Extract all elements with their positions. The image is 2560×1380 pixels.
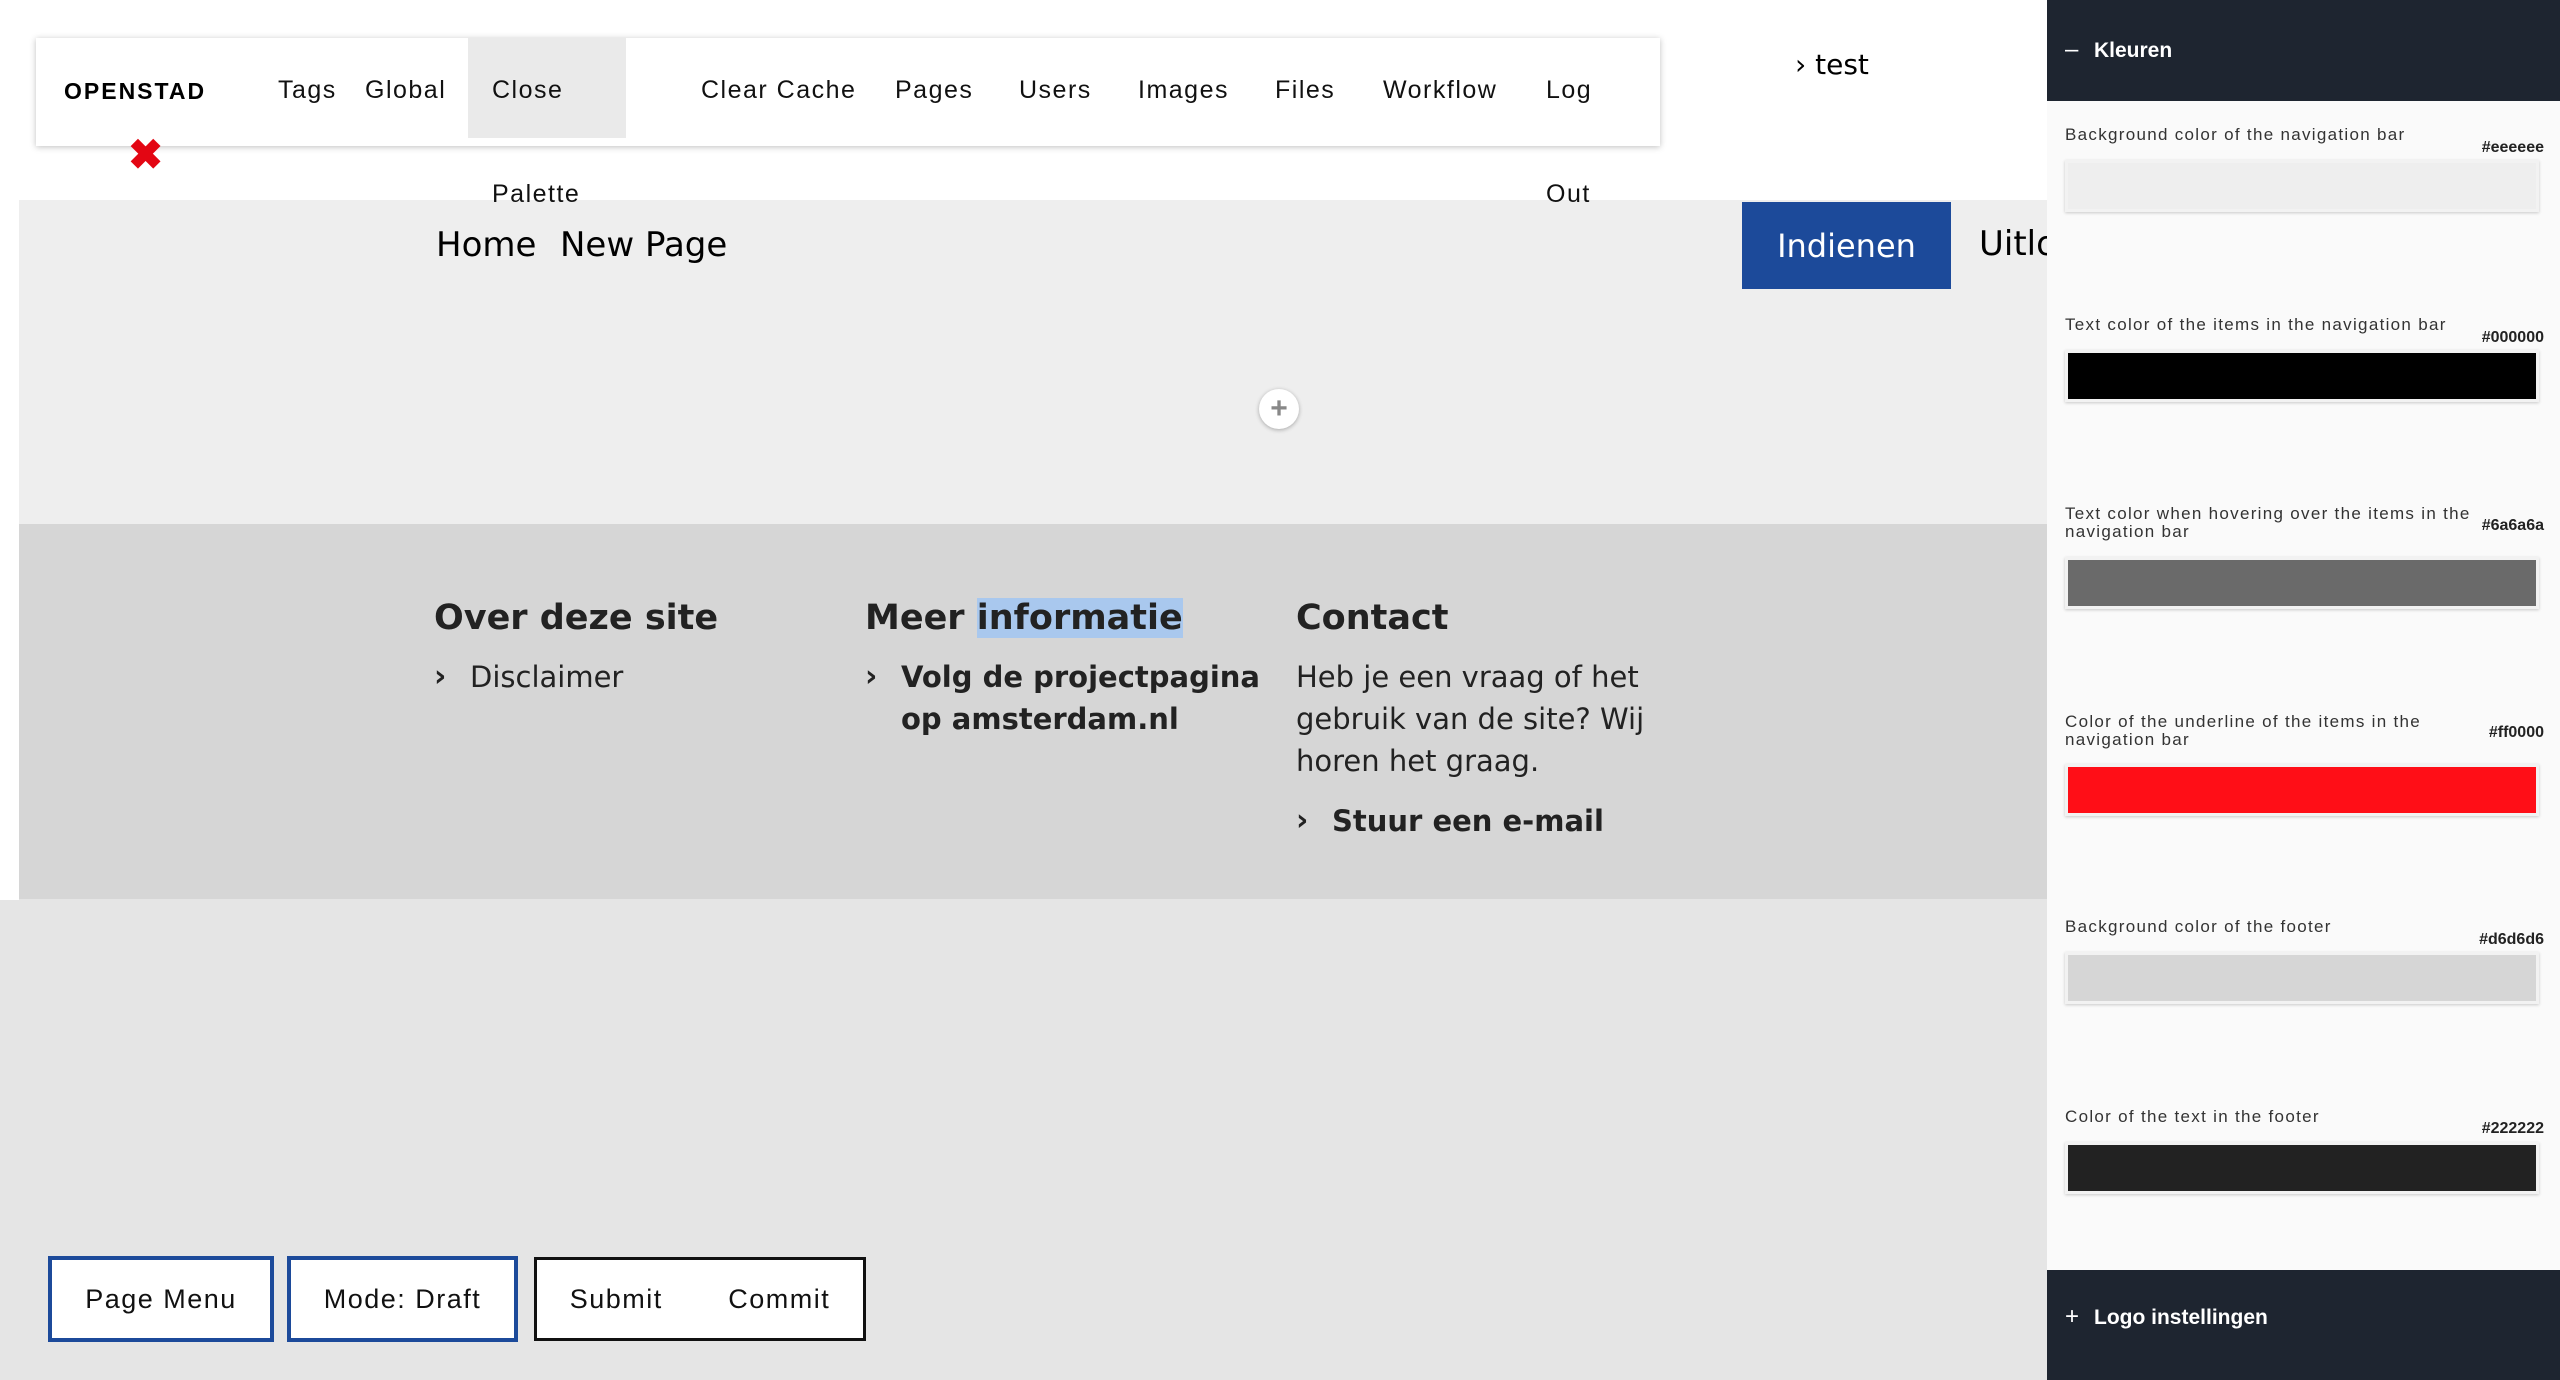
indienen-button[interactable]: Indienen — [1742, 202, 1951, 289]
field-label: Color of the underline of the items in t… — [2065, 712, 2422, 749]
admin-brand: OPENSTAD — [64, 78, 207, 104]
close-x-icon[interactable]: ✖ — [128, 134, 163, 176]
field-label: Background color of the navigation bar — [2065, 125, 2406, 144]
field-value: #eeeeee — [2481, 139, 2544, 156]
section-logo-header[interactable]: + Logo instellingen — [2047, 1270, 2560, 1369]
color-swatch-nav-bg[interactable] — [2065, 160, 2539, 212]
admin-item-images[interactable]: Images — [1114, 38, 1253, 138]
admin-item-pages[interactable]: Pages — [871, 38, 997, 138]
footer-title-more-info: Meer informatie — [865, 598, 1183, 638]
test-link-label: test — [1815, 48, 1869, 81]
admin-item-log-out[interactable]: Log Out — [1522, 38, 1660, 208]
chevron-right-icon: › — [865, 659, 878, 694]
commit-button[interactable]: Commit — [728, 1284, 830, 1315]
field-value: #ff0000 — [2488, 724, 2544, 741]
field-value: #222222 — [2481, 1120, 2544, 1137]
chevron-right-icon: › — [1296, 803, 1309, 838]
panel-bottom — [2047, 1367, 2560, 1380]
plus-icon: + — [2065, 1303, 2080, 1330]
admin-item-files[interactable]: Files — [1251, 38, 1359, 138]
section-title: Kleuren — [2094, 39, 2173, 62]
test-link[interactable]: › test — [1795, 48, 1869, 81]
left-gutter — [0, 0, 19, 900]
chevron-right-icon: › — [434, 659, 447, 694]
color-swatch-footer-text[interactable] — [2065, 1142, 2539, 1194]
admin-item-close-palette[interactable]: Close Palette — [468, 38, 626, 208]
field-value: #000000 — [2481, 329, 2544, 346]
mode-draft-button[interactable]: Mode: Draft — [288, 1257, 517, 1341]
site-nav-uitlo[interactable]: Uitlo — [1979, 224, 2057, 264]
color-swatch-nav-underline[interactable] — [2065, 764, 2539, 816]
field-label: Background color of the footer — [2065, 917, 2332, 936]
admin-toolbar: OPENSTAD Tags Global Close Palette Clear… — [36, 38, 1660, 208]
minus-icon: – — [2065, 36, 2079, 63]
field-value: #d6d6d6 — [2479, 931, 2544, 948]
color-swatch-footer-bg[interactable] — [2065, 952, 2539, 1004]
footer-link-email[interactable]: › Stuur een e-mail — [1296, 800, 1604, 842]
footer-title-contact: Contact — [1296, 598, 1449, 638]
add-widget-icon[interactable]: + — [1259, 389, 1299, 429]
chevron-right-icon: › — [1795, 48, 1807, 81]
footer-link-label: Volg de projectpagina op amsterdam.nl — [901, 660, 1260, 736]
footer-link-label: Stuur een e-mail — [1332, 804, 1604, 838]
submit-button[interactable]: Submit — [570, 1284, 663, 1315]
site-nav-new-page[interactable]: New Page — [560, 225, 727, 265]
section-title: Logo instellingen — [2094, 1306, 2268, 1329]
footer-title-part: Meer — [865, 598, 977, 638]
site-footer: Over deze site › Disclaimer Meer informa… — [19, 524, 2047, 899]
admin-item-clear-cache[interactable]: Clear Cache — [677, 38, 880, 138]
admin-item-workflow[interactable]: Workflow — [1359, 38, 1521, 138]
color-palette-panel: – Kleuren Background color of the naviga… — [2047, 0, 2560, 1380]
section-kleuren-header[interactable]: – Kleuren — [2047, 0, 2560, 101]
submit-commit-group: Submit Commit — [534, 1257, 866, 1341]
color-swatch-nav-text[interactable] — [2065, 350, 2539, 402]
admin-item-users[interactable]: Users — [995, 38, 1116, 138]
footer-title-about: Over deze site — [434, 598, 719, 638]
footer-title-highlighted: informatie — [976, 598, 1183, 638]
field-label: Color of the text in the footer — [2065, 1107, 2320, 1126]
field-label: Text color when hovering over the items … — [2065, 504, 2471, 541]
admin-item-global[interactable]: Global — [341, 38, 470, 138]
field-label: Text color of the items in the navigatio… — [2065, 315, 2447, 334]
footer-link-label: Disclaimer — [470, 660, 624, 694]
footer-contact-text: Heb je een vraag of het gebruik van de s… — [1296, 660, 1645, 778]
field-value: #6a6a6a — [2481, 517, 2544, 534]
page-menu-button[interactable]: Page Menu — [49, 1257, 273, 1341]
color-swatch-nav-hover[interactable] — [2065, 557, 2539, 609]
footer-link-projectpagina[interactable]: › Volg de projectpagina op amsterdam.nl — [865, 656, 1265, 740]
footer-link-disclaimer[interactable]: › Disclaimer — [434, 656, 623, 698]
page-canvas: Home New Page Indienen Uitlo + Over deze… — [0, 0, 2057, 1380]
